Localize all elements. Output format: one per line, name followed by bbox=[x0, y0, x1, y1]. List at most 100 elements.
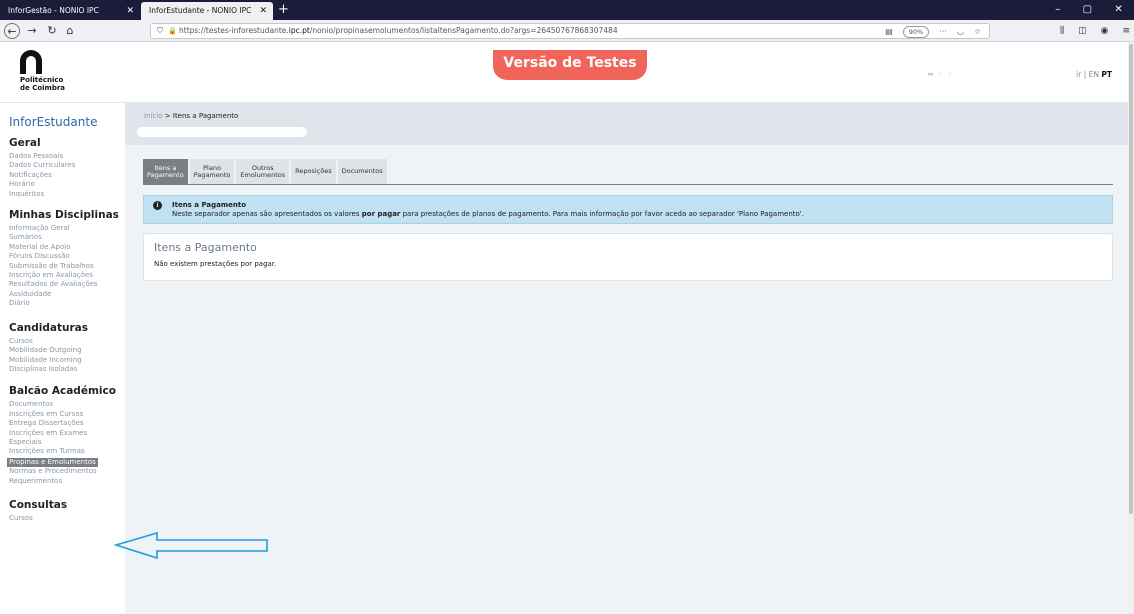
section-title-balcao-academico: Balcão Académico bbox=[9, 385, 116, 398]
library-icon[interactable]: ⫼ bbox=[1060, 23, 1064, 39]
minimize-icon[interactable]: – bbox=[1055, 0, 1060, 20]
sidebar-item-notificacoes[interactable]: Notificações bbox=[9, 171, 125, 180]
sidebar-item-cursos[interactable]: Cursos bbox=[9, 337, 125, 346]
url-domain: ipc.pt bbox=[288, 26, 310, 35]
home-icon[interactable]: ⌂ bbox=[62, 23, 78, 39]
page-tabs: Itens a Pagamento Plano Pagamento Outros… bbox=[143, 159, 1113, 185]
forward-icon[interactable]: → bbox=[24, 23, 40, 39]
logo[interactable]: Politécnico de Coimbra bbox=[20, 50, 80, 92]
sidebar-item-normas-procedimentos[interactable]: Normas e Procedimentos bbox=[9, 467, 125, 476]
sidebar-item-inscricao-avaliacoes[interactable]: Inscrição em Avaliações bbox=[9, 271, 125, 280]
browser-nav-bar: ← → ↻ ⌂ ⛉ 🔒 https://testes-inforestudant… bbox=[0, 20, 1134, 42]
sidebar-item-entrega-dissertacoes[interactable]: Entrega Dissertações bbox=[9, 419, 125, 428]
scrollbar-thumb[interactable] bbox=[1129, 44, 1133, 514]
sidebar-item-informacao-geral[interactable]: Informação Geral bbox=[9, 224, 125, 233]
tab-reposicoes[interactable]: Reposições bbox=[291, 159, 336, 184]
lang-pt-link[interactable]: PT bbox=[1101, 70, 1112, 79]
sidebar-item-propinas-emolumentos[interactable]: Propinas e Emolumentos bbox=[7, 457, 98, 468]
breadcrumb-separator: > bbox=[164, 112, 171, 120]
pocket-icon[interactable]: ◡ bbox=[957, 25, 964, 39]
alert-text-after: para prestações de planos de pagamento. … bbox=[400, 210, 804, 218]
breadcrumb-home-link[interactable]: Início bbox=[144, 112, 163, 120]
sidebar-item-submissao-trabalhos[interactable]: Submissão de Trabalhos bbox=[9, 262, 125, 271]
redacted-student-name bbox=[137, 127, 307, 137]
breadcrumb-current: Itens a Pagamento bbox=[172, 112, 239, 120]
tab-itens-pagamento[interactable]: Itens a Pagamento bbox=[143, 159, 188, 184]
sidebar-item-material-apoio[interactable]: Material de Apoio bbox=[9, 243, 125, 252]
language-switcher: ir | EN PT bbox=[1076, 70, 1112, 79]
main-content: Início > Itens a Pagamento Itens a Pagam… bbox=[125, 103, 1128, 614]
lock-icon: 🔒 bbox=[168, 27, 177, 35]
panel-empty-text: Não existem prestações por pagar. bbox=[154, 260, 277, 268]
sidebar-toggle-icon[interactable]: ◫ bbox=[1078, 23, 1087, 39]
info-alert: i Itens a Pagamento Neste separador apen… bbox=[143, 195, 1113, 224]
sidebar: InforEstudante Geral Dados Pessoais Dado… bbox=[0, 103, 125, 614]
tab-outros-emolumentos[interactable]: Outros Emolumentos bbox=[236, 159, 290, 184]
alert-text: Neste separador apenas são apresentados … bbox=[172, 210, 804, 218]
new-tab-icon[interactable]: + bbox=[278, 0, 289, 20]
alert-title: Itens a Pagamento bbox=[172, 201, 247, 209]
zoom-badge[interactable]: 90% bbox=[902, 26, 930, 38]
url-suffix: /nonio/propinasemolumentos/listaItensPag… bbox=[309, 26, 618, 35]
redacted-user-area: ═ · · bbox=[928, 70, 953, 79]
tab-plano-pagamento[interactable]: Plano Pagamento bbox=[189, 159, 235, 184]
sidebar-item-especiais[interactable]: Especiais bbox=[9, 438, 125, 447]
alert-text-before: Neste separador apenas são apresentados … bbox=[172, 210, 362, 218]
maximize-icon[interactable]: ▢ bbox=[1083, 0, 1092, 20]
sidebar-item-horario[interactable]: Horário bbox=[9, 180, 125, 189]
info-icon: i bbox=[153, 201, 162, 210]
sidebar-item-mobilidade-outgoing[interactable]: Mobilidade Outgoing bbox=[9, 346, 125, 355]
close-icon[interactable]: ✕ bbox=[126, 2, 134, 20]
alert-text-bold: por pagar bbox=[361, 210, 401, 218]
sidebar-item-disciplinas-isoladas[interactable]: Disciplinas Isoladas bbox=[9, 365, 125, 374]
app-name[interactable]: InforEstudante bbox=[9, 115, 125, 129]
sidebar-item-inqueritos[interactable]: Inquéritos bbox=[9, 190, 125, 199]
sidebar-item-requerimentos[interactable]: Requerimentos bbox=[9, 477, 125, 486]
sidebar-item-inscricoes-exames[interactable]: Inscrições em Exames bbox=[9, 429, 125, 438]
logo-text: Politécnico de Coimbra bbox=[20, 76, 80, 92]
reload-icon[interactable]: ↻ bbox=[44, 23, 60, 39]
browser-tab-label: InforEstudante - NONIO IPC bbox=[149, 6, 252, 15]
page-header: Politécnico de Coimbra Versão de Testes … bbox=[0, 42, 1128, 103]
section-title-consultas: Consultas bbox=[9, 498, 68, 511]
shield-icon: ⛉ bbox=[157, 26, 163, 35]
logo-mark-icon bbox=[20, 50, 42, 74]
tab-documentos[interactable]: Documentos bbox=[337, 159, 387, 184]
items-panel: Itens a Pagamento Não existem prestações… bbox=[143, 233, 1113, 281]
logo-line1: Politécnico bbox=[20, 76, 64, 84]
bookmark-star-icon[interactable]: ☆ bbox=[974, 25, 981, 39]
panel-title: Itens a Pagamento bbox=[154, 241, 257, 254]
sidebar-item-documentos[interactable]: Documentos bbox=[9, 400, 125, 409]
sidebar-item-diario[interactable]: Diário bbox=[9, 299, 125, 308]
lang-en-link[interactable]: EN bbox=[1089, 70, 1099, 79]
sidebar-item-dados-pessoais[interactable]: Dados Pessoais bbox=[9, 152, 125, 161]
url-bar[interactable]: ⛉ 🔒 https://testes-inforestudante.ipc.pt… bbox=[150, 23, 990, 39]
sidebar-item-dados-curriculares[interactable]: Dados Curriculares bbox=[9, 161, 125, 170]
window-controls: – ▢ ✕ bbox=[1044, 0, 1134, 20]
sidebar-item-consultas-cursos[interactable]: Cursos bbox=[9, 514, 125, 523]
section-title-minhas-disciplinas: Minhas Disciplinas bbox=[9, 209, 119, 222]
logo-line2: de Coimbra bbox=[20, 84, 66, 92]
reader-icon[interactable]: ▤ bbox=[885, 25, 893, 39]
sidebar-item-inscricoes-cursos[interactable]: Inscrições em Cursos bbox=[9, 410, 125, 419]
sidebar-item-foruns[interactable]: Fóruns Discussão bbox=[9, 252, 125, 261]
browser-tab-inforestudante[interactable]: InforEstudante - NONIO IPC ✕ bbox=[141, 2, 273, 20]
sidebar-item-sumarios[interactable]: Sumários bbox=[9, 233, 125, 242]
sidebar-item-resultados-avaliacoes[interactable]: Resultados de Avaliações bbox=[9, 280, 125, 289]
close-icon[interactable]: ✕ bbox=[259, 2, 267, 20]
url-actions: ▤ 90% ··· ◡ ☆ bbox=[885, 25, 981, 39]
exit-link[interactable]: ir bbox=[1076, 70, 1081, 79]
breadcrumb: Início > Itens a Pagamento bbox=[144, 112, 238, 120]
sidebar-item-mobilidade-incoming[interactable]: Mobilidade Incoming bbox=[9, 356, 125, 365]
browser-tab-inforgestao[interactable]: InforGestão - NONIO IPC ✕ bbox=[0, 2, 140, 20]
sidebar-item-inscricoes-turmas[interactable]: Inscrições em Turmas bbox=[9, 447, 125, 456]
browser-tab-bar: InforGestão - NONIO IPC ✕ InforEstudante… bbox=[0, 0, 1134, 20]
breadcrumb-bar: Início > Itens a Pagamento bbox=[125, 103, 1128, 145]
account-icon[interactable]: ◉ bbox=[1101, 23, 1109, 39]
menu-icon[interactable]: ≡ bbox=[1122, 23, 1130, 39]
close-window-icon[interactable]: ✕ bbox=[1114, 0, 1122, 20]
sidebar-item-assiduidade[interactable]: Assiduidade bbox=[9, 290, 125, 299]
more-icon[interactable]: ··· bbox=[939, 25, 947, 39]
back-icon[interactable]: ← bbox=[4, 23, 20, 39]
annotation-arrow-icon bbox=[113, 531, 268, 560]
